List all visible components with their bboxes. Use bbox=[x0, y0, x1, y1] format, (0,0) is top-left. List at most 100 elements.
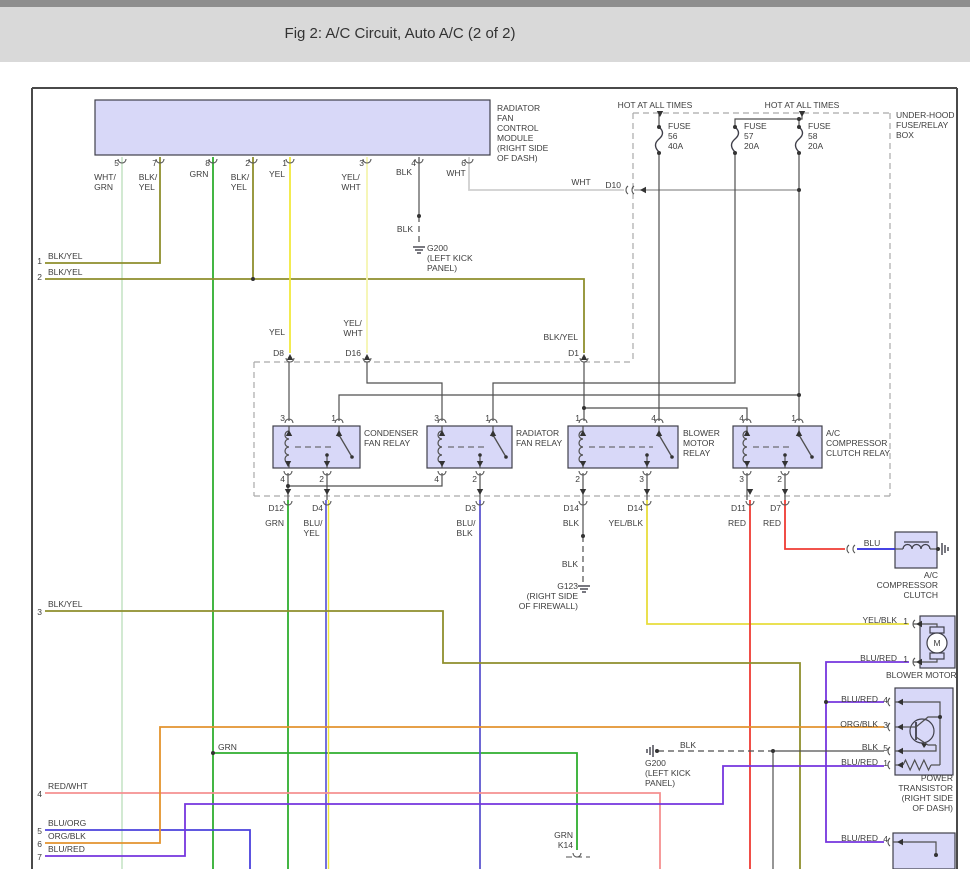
junction-dot bbox=[733, 125, 737, 129]
hot-at-all-times-2: HOT AT ALL TIMES bbox=[765, 100, 840, 110]
left-wire-3-num: 3 bbox=[37, 607, 42, 617]
wirecolor-yelwht: YEL/ WHT bbox=[341, 172, 360, 192]
bottombox-pin4: 4 bbox=[883, 834, 888, 844]
fuse-57-symbol bbox=[732, 127, 739, 152]
arrowhead-down bbox=[747, 489, 753, 495]
ac-relay-caption: A/C COMPRESSOR CLUTCH RELAY bbox=[826, 428, 890, 458]
junction-dot bbox=[417, 214, 421, 218]
radiator-pin2: 2 bbox=[472, 474, 477, 484]
wirecolor-wht: WHT bbox=[446, 168, 465, 178]
arrowhead-left bbox=[916, 659, 922, 665]
ac-pin2: 2 bbox=[777, 474, 782, 484]
fuse-56-label: FUSE 56 40A bbox=[668, 121, 691, 151]
blkyel-d1-label: BLK/YEL bbox=[544, 332, 579, 342]
grn-branch-label: GRN bbox=[218, 742, 237, 752]
motor-pin1-top: 1 bbox=[903, 616, 908, 626]
ac-pin3: 3 bbox=[739, 474, 744, 484]
pt-pin5: 5 bbox=[883, 743, 888, 753]
arrowhead-down bbox=[285, 489, 291, 495]
module-pin-1: 1 bbox=[282, 158, 287, 168]
d1-label: D1 bbox=[568, 348, 579, 358]
pt-pin1: 1 bbox=[883, 758, 888, 768]
condenser-pin4: 4 bbox=[280, 474, 285, 484]
radiator-pin3: 3 bbox=[434, 413, 439, 423]
wirecolor-grn: GRN bbox=[190, 169, 209, 179]
wire-d1-branch-acrelay bbox=[584, 408, 747, 421]
radiator-fan-relay-switch-dot bbox=[478, 453, 482, 457]
orgblk-pt3-label: ORG/BLK bbox=[840, 719, 878, 729]
d3-label: D3 bbox=[465, 503, 476, 513]
junction-dot bbox=[938, 715, 942, 719]
junction-dot bbox=[286, 484, 290, 488]
connector-arc bbox=[847, 545, 849, 553]
yelblk-d14-label: YEL/BLK bbox=[609, 518, 644, 528]
blured-pt1-label: BLU/RED bbox=[841, 757, 878, 767]
left-wire-3-label: BLK/YEL bbox=[48, 599, 83, 609]
wirecolor-yel: YEL bbox=[269, 169, 285, 179]
module-pin-3: 3 bbox=[359, 158, 364, 168]
wire-grn-branch-k14 bbox=[213, 753, 577, 850]
condenser-relay-caption: CONDENSER FAN RELAY bbox=[364, 428, 418, 448]
junction-dot bbox=[771, 749, 775, 753]
d12-label: D12 bbox=[268, 503, 284, 513]
junction-dot bbox=[211, 751, 215, 755]
blower-pin4: 4 bbox=[651, 413, 656, 423]
ac-pin4: 4 bbox=[739, 413, 744, 423]
blured-pt4-label: BLU/RED bbox=[841, 694, 878, 704]
blower-relay-caption: BLOWER MOTOR RELAY bbox=[683, 428, 720, 458]
yelwht-d16-label: YEL/ WHT bbox=[343, 318, 362, 338]
grn-k14-label: GRN K14 bbox=[554, 830, 573, 850]
wire-d16-internal bbox=[367, 362, 442, 421]
condenser-pin2: 2 bbox=[319, 474, 324, 484]
blk-g123-label: BLK bbox=[562, 559, 578, 569]
d14a-label: D14 bbox=[563, 503, 579, 513]
yel-d8-label: YEL bbox=[269, 327, 285, 337]
arrowhead-down bbox=[644, 489, 650, 495]
junction-dot bbox=[657, 151, 661, 155]
junction-dot bbox=[797, 125, 801, 129]
connector-arc bbox=[888, 747, 890, 755]
fuse-56-symbol bbox=[656, 127, 663, 152]
wiring-diagram-canvas: 57821346WHT/ GRNBLK/ YELGRNBLK/ YELYELYE… bbox=[0, 0, 970, 869]
ac-pin1: 1 bbox=[791, 413, 796, 423]
junction-dot bbox=[655, 749, 659, 753]
blk-d14-label: BLK bbox=[563, 518, 579, 528]
hot-at-all-times-1: HOT AT ALL TIMES bbox=[618, 100, 693, 110]
blu-clutch-label: BLU bbox=[864, 538, 881, 548]
blk-gnd-label: BLK bbox=[397, 224, 413, 234]
blured-bottombox-label: BLU/RED bbox=[841, 833, 878, 843]
left-wire-6-num: 6 bbox=[37, 839, 42, 849]
condenser-fan-relay-switch-dot bbox=[325, 453, 329, 457]
d4-label: D4 bbox=[312, 503, 323, 513]
left-wire-5-label: BLU/ORG bbox=[48, 818, 86, 828]
bluyel-d4-label: BLU/ YEL bbox=[304, 518, 323, 538]
d16-label: D16 bbox=[345, 348, 361, 358]
wire-7-blured bbox=[45, 766, 884, 856]
d14b-label: D14 bbox=[627, 503, 643, 513]
fusebox-caption: UNDER-HOOD FUSE/RELAY BOX bbox=[896, 110, 955, 140]
arrowhead-down bbox=[477, 489, 483, 495]
left-wire-7-num: 7 bbox=[37, 852, 42, 862]
radiator-pin1: 1 bbox=[485, 413, 490, 423]
connector-arc bbox=[323, 501, 331, 505]
wire-6-orgblk bbox=[45, 727, 884, 843]
d11-label: D11 bbox=[731, 503, 746, 513]
arrowhead-down bbox=[782, 489, 788, 495]
connector-arc bbox=[888, 838, 890, 846]
red-d11-label: RED bbox=[728, 518, 746, 528]
radiator-relay-caption: RADIATOR FAN RELAY bbox=[516, 428, 562, 448]
arrowhead-down bbox=[324, 489, 330, 495]
junction-dot bbox=[657, 125, 661, 129]
connector-arc bbox=[888, 761, 890, 769]
fuse-57-label: FUSE 57 20A bbox=[744, 121, 767, 151]
module-pin-6: 6 bbox=[461, 158, 466, 168]
module-pin-2: 2 bbox=[245, 158, 250, 168]
connector-arc bbox=[888, 723, 890, 731]
left-wire-5-num: 5 bbox=[37, 826, 42, 836]
wire-radiator-pin4-link bbox=[288, 473, 442, 486]
blower-motor-relay-switch-dot bbox=[670, 455, 674, 459]
left-wire-7-label: BLU/RED bbox=[48, 844, 85, 854]
red-d7-label: RED bbox=[763, 518, 781, 528]
condenser-pin1: 1 bbox=[331, 413, 336, 423]
wirecolor-blkyel-7: BLK/ YEL bbox=[139, 172, 157, 192]
